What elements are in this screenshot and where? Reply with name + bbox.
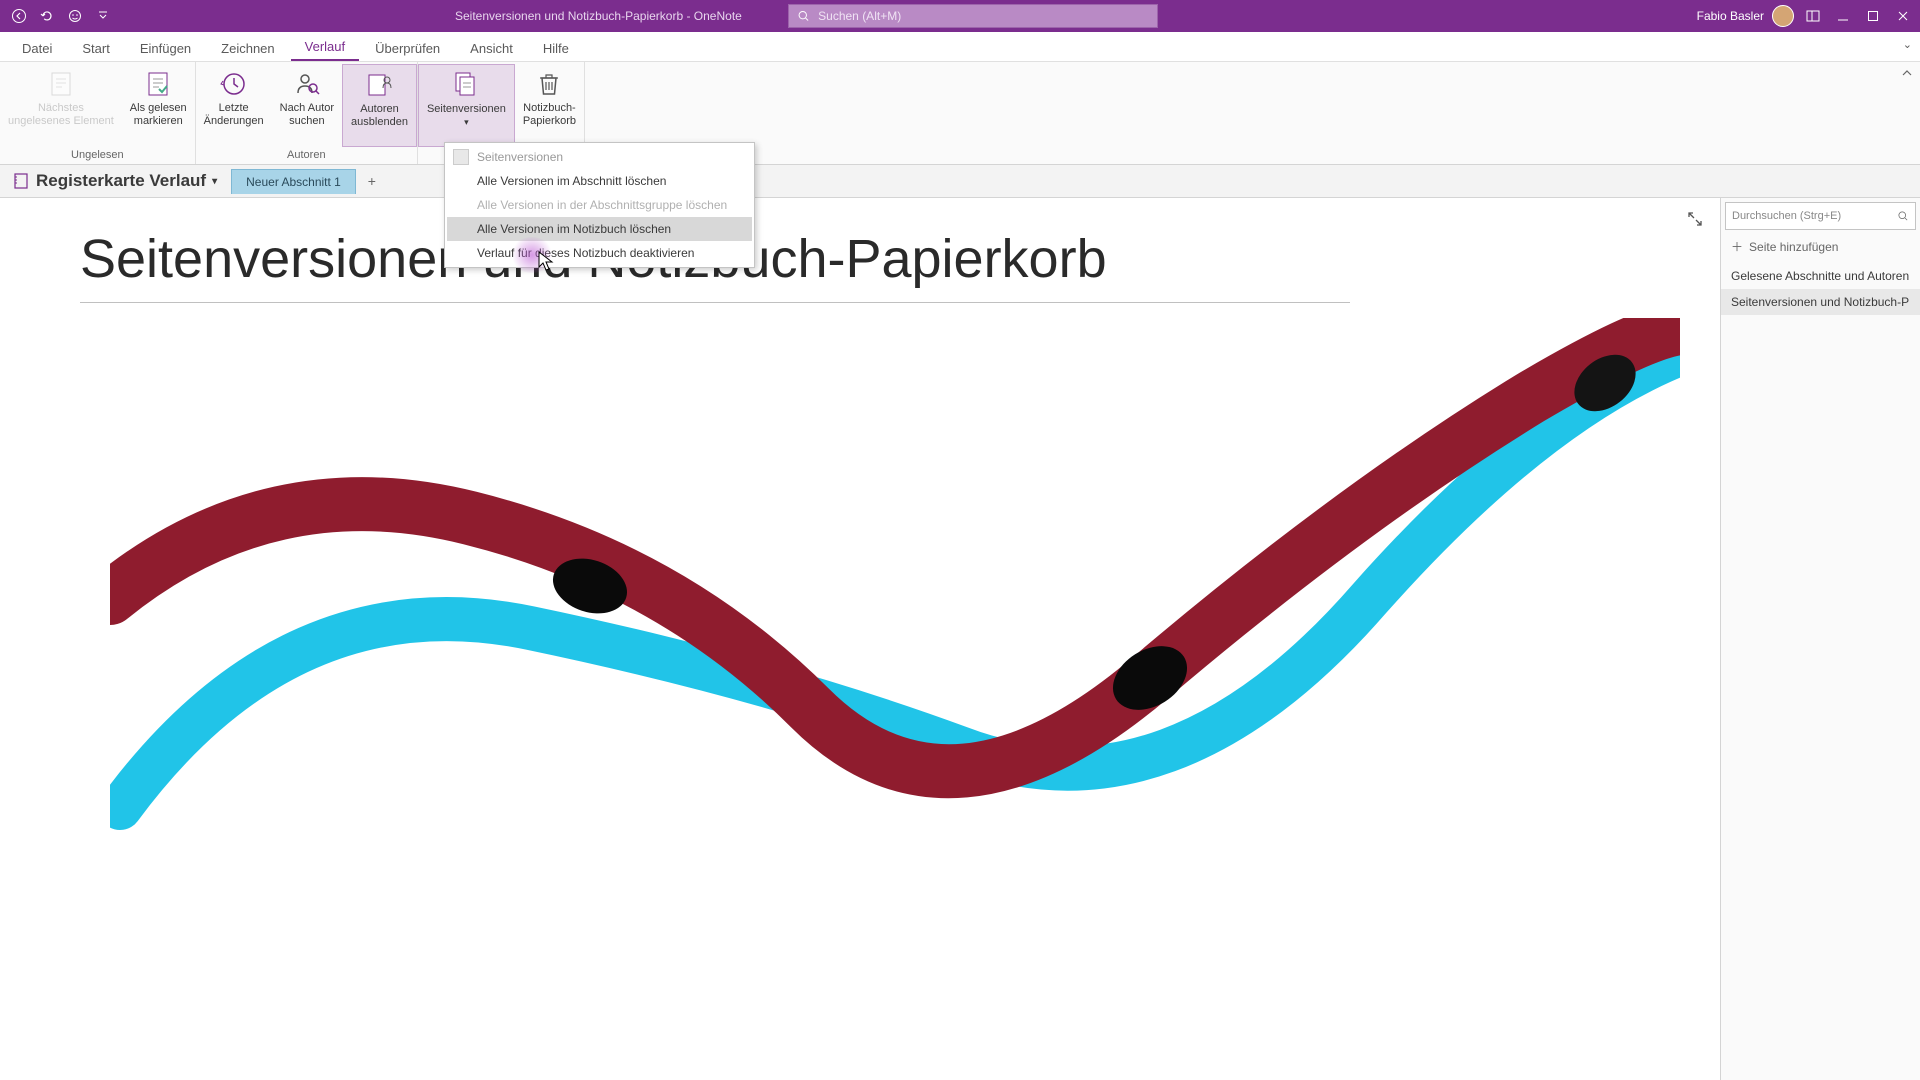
window-title: Seitenversionen und Notizbuch-Papierkorb… (455, 9, 742, 23)
page-list-item-1[interactable]: Gelesene Abschnitte und Autoren (1721, 263, 1920, 289)
clock-icon (218, 68, 250, 100)
page-versions-dropdown: Seitenversionen Alle Versionen im Abschn… (444, 142, 755, 268)
hide-authors-button[interactable]: Autoren ausblenden (342, 64, 417, 147)
minimize-icon[interactable] (1832, 5, 1854, 27)
chevron-down-icon: ▾ (212, 176, 217, 187)
ribbon-collapse-icon[interactable]: ⌄ (1903, 38, 1912, 51)
add-section-button[interactable]: + (360, 169, 384, 193)
page-canvas[interactable]: Seitenversionen und Notizbuch-Papierkorb (0, 198, 1720, 1080)
next-unread-icon (45, 68, 77, 100)
recent-changes-label: Letzte Änderungen (204, 102, 264, 127)
section-tab[interactable]: Neuer Abschnitt 1 (231, 169, 356, 194)
page-versions-button[interactable]: Seitenversionen▾ (418, 64, 515, 147)
notebook-name: Registerkarte Verlauf (36, 171, 206, 191)
search-icon (1897, 210, 1909, 222)
next-unread-label: Nächstes ungelesenes Element (8, 102, 114, 127)
hide-authors-icon (363, 69, 395, 101)
delete-notebook-versions[interactable]: Alle Versionen im Notizbuch löschen (447, 217, 752, 241)
fullscreen-icon[interactable] (1686, 210, 1704, 228)
mark-read-label: Als gelesen markieren (130, 102, 187, 127)
panel-search[interactable]: Durchsuchen (Strg+E) (1725, 202, 1916, 230)
maximize-icon[interactable] (1862, 5, 1884, 27)
search-icon (797, 9, 810, 23)
dropdown-header: Seitenversionen (447, 145, 752, 169)
delete-group-versions: Alle Versionen in der Abschnittsgruppe l… (447, 193, 752, 217)
notebook-icon (12, 172, 30, 190)
tab-datei[interactable]: Datei (8, 35, 66, 61)
notebook-selector[interactable]: Registerkarte Verlauf ▾ (8, 171, 227, 191)
tab-zeichnen[interactable]: Zeichnen (207, 35, 288, 61)
undo-icon[interactable] (36, 5, 58, 27)
author-search-icon (291, 68, 323, 100)
add-page-label: Seite hinzufügen (1749, 240, 1838, 254)
panel-search-placeholder: Durchsuchen (Strg+E) (1732, 210, 1841, 222)
back-icon[interactable] (8, 5, 30, 27)
page-list-item-2[interactable]: Seitenversionen und Notizbuch-P (1721, 289, 1920, 315)
tab-start[interactable]: Start (68, 35, 123, 61)
tab-ueberpruefen[interactable]: Überprüfen (361, 35, 454, 61)
search-box[interactable] (788, 4, 1158, 28)
recycle-bin-label: Notizbuch- Papierkorb (523, 102, 576, 127)
page-versions-label: Seitenversionen▾ (427, 103, 506, 128)
trash-icon (533, 68, 565, 100)
recent-changes-button[interactable]: Letzte Änderungen (196, 64, 272, 147)
plus-icon: ＋ (1731, 238, 1743, 255)
mark-read-icon (142, 68, 174, 100)
tab-verlauf[interactable]: Verlauf (291, 33, 359, 61)
group-ungelesen-label: Ungelesen (0, 147, 195, 164)
touch-mode-icon[interactable] (64, 5, 86, 27)
tab-einfuegen[interactable]: Einfügen (126, 35, 205, 61)
find-by-author-label: Nach Autor suchen (280, 102, 334, 127)
search-input[interactable] (818, 9, 1149, 23)
user-name[interactable]: Fabio Basler (1697, 9, 1764, 23)
page-versions-icon (450, 69, 482, 101)
delete-section-versions[interactable]: Alle Versionen im Abschnitt löschen (447, 169, 752, 193)
avatar[interactable] (1772, 5, 1794, 27)
mark-read-button[interactable]: Als gelesen markieren (122, 64, 195, 147)
tab-ansicht[interactable]: Ansicht (456, 35, 527, 61)
tab-hilfe[interactable]: Hilfe (529, 35, 583, 61)
add-page-button[interactable]: ＋ Seite hinzufügen (1721, 230, 1920, 263)
ribbon-expand-icon[interactable] (1900, 66, 1914, 80)
hide-authors-label: Autoren ausblenden (351, 103, 408, 128)
close-icon[interactable] (1892, 5, 1914, 27)
find-by-author-button[interactable]: Nach Autor suchen (272, 64, 342, 147)
window-layout-icon[interactable] (1802, 5, 1824, 27)
next-unread-button: Nächstes ungelesenes Element (0, 64, 122, 147)
disable-history[interactable]: Verlauf für dieses Notizbuch deaktiviere… (447, 241, 752, 265)
qat-dropdown-icon[interactable] (92, 5, 114, 27)
drawing-waves (110, 318, 1680, 838)
recycle-bin-button[interactable]: Notizbuch- Papierkorb (515, 64, 584, 147)
group-autoren-label: Autoren (196, 147, 417, 164)
